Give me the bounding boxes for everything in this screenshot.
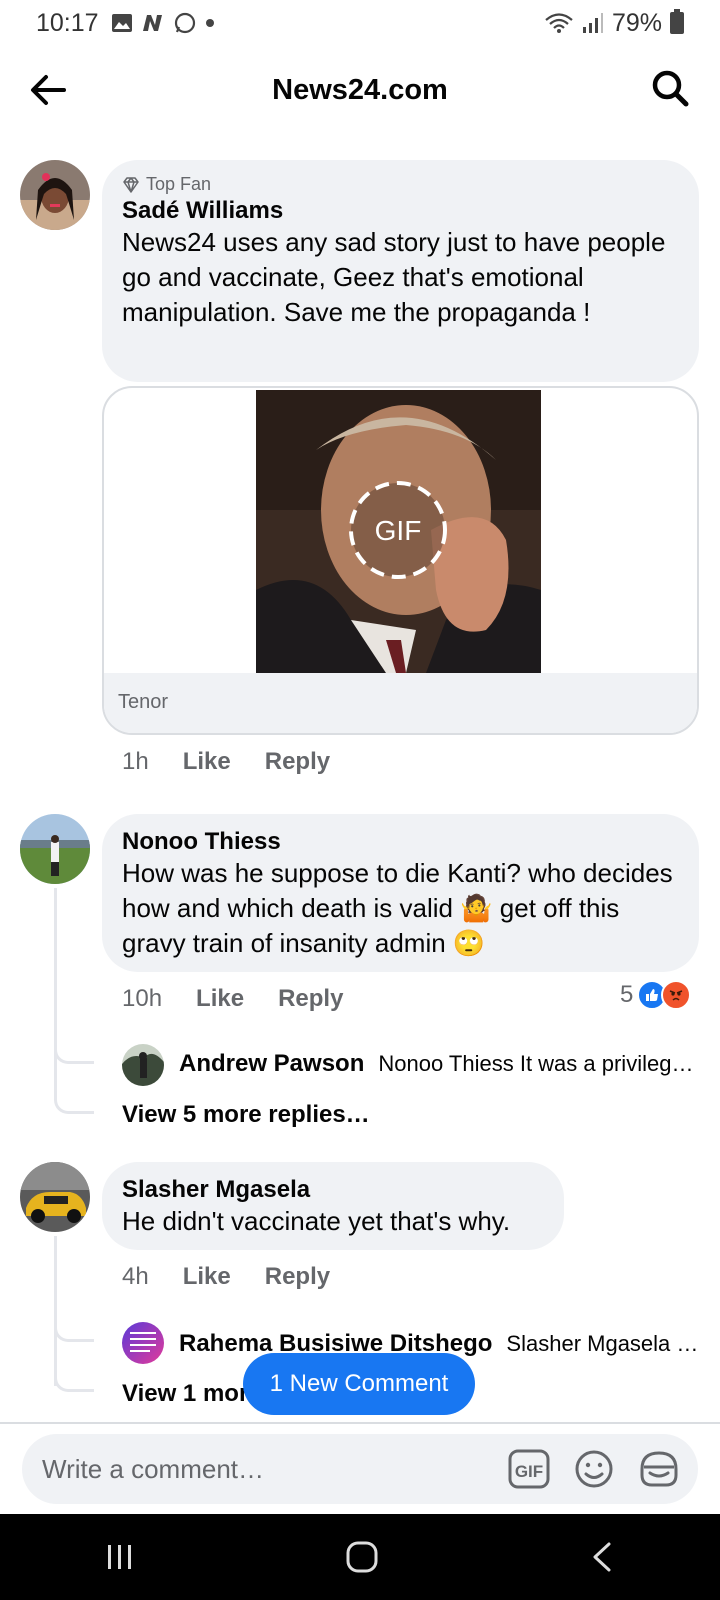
svg-text:GIF: GIF xyxy=(515,1462,543,1481)
reply-button[interactable]: Reply xyxy=(265,1263,330,1291)
reply-button[interactable]: Reply xyxy=(265,748,330,776)
reply-text: Slasher Mgasela v… xyxy=(506,1331,699,1356)
comment-actions: 4h Like Reply xyxy=(122,1263,330,1291)
comment-time: 1h xyxy=(122,748,149,775)
gif-picker-icon[interactable]: GIF xyxy=(508,1449,550,1489)
comment-bubble: Slasher Mgasela He didn't vaccinate yet … xyxy=(102,1162,564,1250)
back-arrow-icon[interactable] xyxy=(28,70,68,110)
avatar[interactable] xyxy=(20,814,90,884)
notification-dot-icon xyxy=(205,19,214,27)
gif-source: Tenor xyxy=(104,673,697,733)
comment-time: 10h xyxy=(122,985,163,1012)
diamond-icon xyxy=(123,176,139,193)
gif-label: GIF xyxy=(375,515,422,546)
composer-divider xyxy=(0,1422,720,1424)
reply-branch-line xyxy=(54,1340,94,1392)
page-header: News24.com xyxy=(0,58,720,122)
reply-branch-line xyxy=(54,1318,94,1342)
avatar[interactable] xyxy=(122,1044,164,1086)
gif-attachment[interactable]: GIF Tenor xyxy=(102,386,699,735)
gallery-icon xyxy=(111,14,132,32)
reply-branch-line xyxy=(54,1062,94,1114)
like-button[interactable]: Like xyxy=(183,1263,231,1291)
whatsapp-icon xyxy=(174,12,195,34)
reply-button[interactable]: Reply xyxy=(278,985,343,1013)
comment-text: How was he suppose to die Kanti? who dec… xyxy=(122,858,673,958)
recent-apps-icon[interactable] xyxy=(105,1542,135,1572)
battery-icon xyxy=(670,9,684,34)
like-button[interactable]: Like xyxy=(183,748,231,776)
reply-author[interactable]: Andrew Pawson xyxy=(179,1050,364,1078)
gif-image: GIF xyxy=(256,390,541,673)
avatar[interactable] xyxy=(122,1322,164,1364)
reply-branch-line xyxy=(54,1040,94,1064)
comment-author[interactable]: Sadé Williams xyxy=(122,197,679,225)
comment-author[interactable]: Slasher Mgasela xyxy=(122,1176,544,1204)
like-button[interactable]: Like xyxy=(196,985,244,1013)
reply-preview[interactable]: Andrew Pawson Nonoo Thiess It was a priv… xyxy=(179,1050,699,1078)
reply-thread-line xyxy=(54,888,57,1064)
sticker-picker-icon[interactable] xyxy=(638,1449,680,1489)
search-icon[interactable] xyxy=(650,68,690,108)
system-nav-bar xyxy=(0,1514,720,1600)
battery-percent: 79% xyxy=(611,8,662,37)
view-more-replies[interactable]: View 1 mor xyxy=(122,1380,248,1408)
wifi-icon xyxy=(545,13,573,33)
comment-actions: 10h Like Reply xyxy=(122,985,343,1013)
top-fan-badge: Top Fan xyxy=(122,174,679,195)
reply-text: Nonoo Thiess It was a privileg… xyxy=(378,1051,694,1076)
avatar[interactable] xyxy=(20,1162,90,1232)
view-more-replies[interactable]: View 5 more replies… xyxy=(122,1101,370,1129)
reaction-count: 5 xyxy=(620,981,634,1008)
news-app-icon xyxy=(142,15,162,31)
comment-time: 4h xyxy=(122,1263,149,1290)
comment-composer[interactable]: Write a comment… GIF xyxy=(22,1434,698,1504)
signal-icon xyxy=(582,13,603,33)
comment-actions: 1h Like Reply xyxy=(122,748,330,776)
comment-author[interactable]: Nonoo Thiess xyxy=(122,828,679,856)
angry-reaction-icon xyxy=(661,980,692,1010)
reaction-summary[interactable]: 5 xyxy=(620,980,692,1010)
emoji-picker-icon[interactable] xyxy=(574,1449,614,1489)
page-title: News24.com xyxy=(272,73,448,106)
home-icon[interactable] xyxy=(345,1540,379,1574)
comment-bubble: Top Fan Sadé Williams News24 uses any sa… xyxy=(102,160,699,382)
comment-text: News24 uses any sad story just to have p… xyxy=(122,227,666,327)
new-comment-button[interactable]: 1 New Comment xyxy=(243,1353,475,1415)
status-bar: 10:17 79% xyxy=(0,0,720,46)
back-nav-icon[interactable] xyxy=(589,1541,615,1573)
comment-input[interactable]: Write a comment… xyxy=(42,1454,264,1485)
status-time: 10:17 xyxy=(36,8,99,37)
avatar[interactable] xyxy=(20,160,90,230)
comment-bubble: Nonoo Thiess How was he suppose to die K… xyxy=(102,814,699,972)
top-fan-label: Top Fan xyxy=(146,174,212,194)
comment-text: He didn't vaccinate yet that's why. xyxy=(122,1206,511,1236)
